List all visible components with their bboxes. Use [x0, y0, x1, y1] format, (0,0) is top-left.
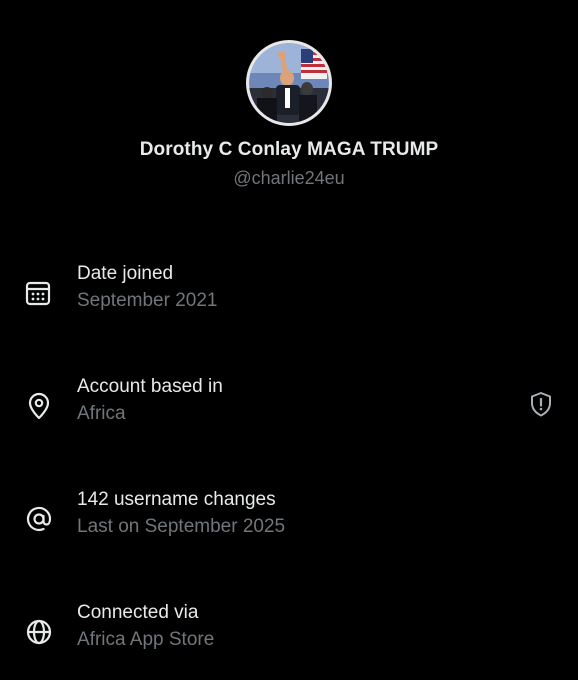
globe-icon	[24, 617, 54, 647]
avatar-image	[249, 43, 329, 123]
detail-value: Africa App Store	[77, 629, 215, 650]
detail-label: Connected via	[77, 602, 199, 623]
location-pin-icon	[24, 391, 54, 421]
detail-row-connected-via: Connected via Africa App Store	[0, 602, 578, 662]
shield-alert-icon[interactable]	[528, 390, 554, 418]
profile-display-name: Dorothy C Conlay MAGA TRUMP	[139, 139, 439, 160]
detail-value: Last on September 2025	[77, 516, 286, 537]
detail-row-account-based-in: Account based in Africa	[0, 376, 578, 436]
detail-row-username-changes: 142 username changes Last on September 2…	[0, 489, 578, 549]
detail-label: Date joined	[77, 263, 174, 284]
detail-label: 142 username changes	[77, 489, 276, 510]
at-sign-icon	[24, 504, 54, 534]
detail-label: Account based in	[77, 376, 223, 397]
detail-value: Africa	[77, 403, 126, 424]
avatar[interactable]	[246, 40, 332, 126]
detail-row-date-joined: Date joined September 2021	[0, 263, 578, 323]
detail-value: September 2021	[77, 290, 218, 311]
profile-handle: @charlie24eu	[233, 168, 345, 188]
calendar-icon	[24, 278, 54, 308]
